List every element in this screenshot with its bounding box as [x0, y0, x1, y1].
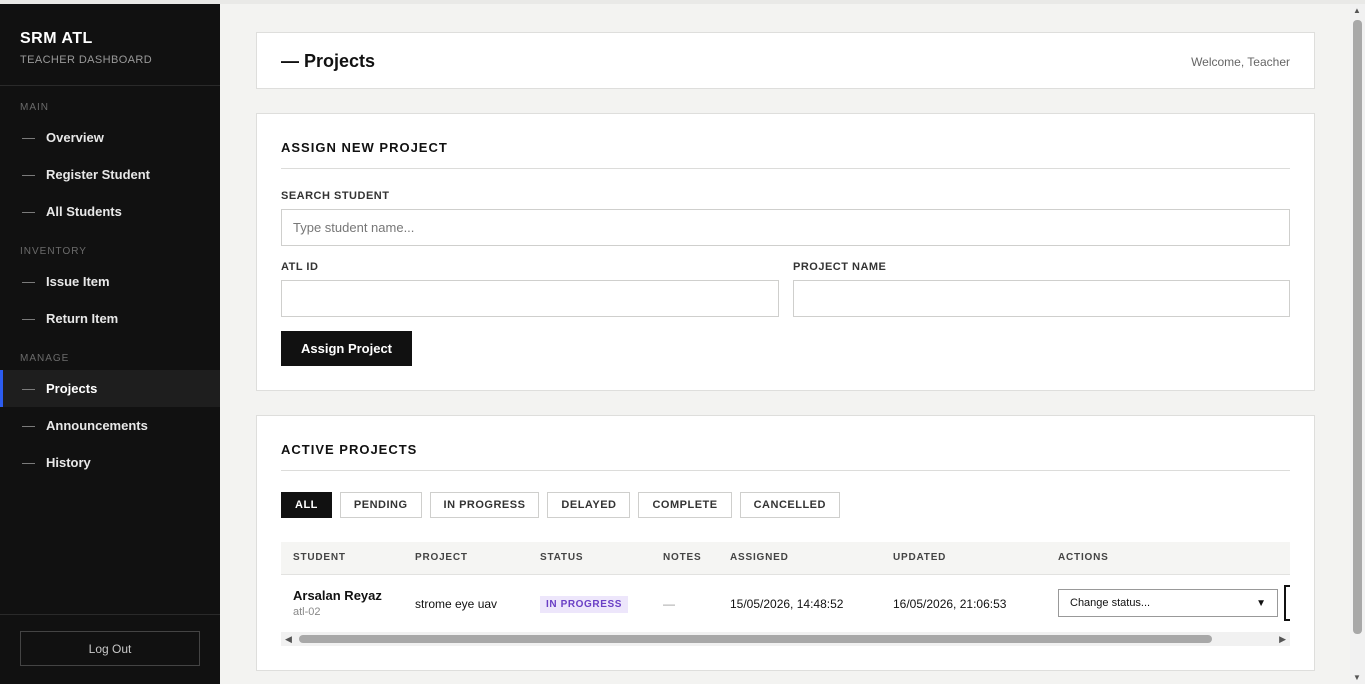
- sidebar-item-announcements[interactable]: — Announcements: [0, 407, 220, 444]
- brand: SRM ATL TEACHER DASHBOARD: [0, 4, 220, 86]
- arrow-up-icon[interactable]: ▲: [1353, 6, 1361, 15]
- status-filters: ALL PENDING IN PROGRESS DELAYED COMPLETE…: [281, 492, 840, 518]
- assign-section-title: ASSIGN NEW PROJECT: [281, 140, 448, 155]
- assigned-date: 15/05/2026, 14:48:52: [730, 597, 844, 611]
- column-header-project: PROJECT: [415, 552, 468, 563]
- nav-group-manage: — Projects — Announcements — History: [0, 370, 220, 481]
- sidebar-item-return-item[interactable]: — Return Item: [0, 300, 220, 337]
- scrollbar-thumb[interactable]: [299, 635, 1212, 643]
- sidebar-footer: Log Out: [0, 614, 220, 684]
- scrollbar-thumb[interactable]: [1353, 20, 1362, 634]
- vertical-scrollbar[interactable]: ▲ ▼: [1350, 4, 1365, 684]
- active-projects-card: ACTIVE PROJECTS ALL PENDING IN PROGRESS …: [256, 415, 1315, 671]
- dash-icon: —: [22, 204, 35, 219]
- column-header-notes: NOTES: [663, 552, 702, 563]
- change-status-select[interactable]: Change status... ▼: [1058, 589, 1278, 617]
- change-status-label: Change status...: [1070, 597, 1151, 609]
- column-header-updated: UPDATED: [893, 552, 947, 563]
- brand-title: SRM ATL: [20, 30, 93, 47]
- table-row: Arsalan Reyaz atl-02 strome eye uav IN P…: [281, 575, 1290, 630]
- filter-complete[interactable]: COMPLETE: [638, 492, 732, 518]
- filter-all[interactable]: ALL: [281, 492, 332, 518]
- sidebar-item-label: Overview: [46, 130, 104, 145]
- dash-icon: —: [22, 381, 35, 396]
- search-student-label: SEARCH STUDENT: [281, 190, 390, 202]
- filter-pending[interactable]: PENDING: [339, 492, 422, 518]
- column-header-actions: ACTIONS: [1058, 552, 1109, 563]
- column-header-assigned: ASSIGNED: [730, 552, 789, 563]
- divider: [281, 168, 1290, 169]
- sidebar-item-label: Register Student: [46, 167, 151, 182]
- sidebar-item-label: All Students: [46, 204, 122, 219]
- arrow-down-icon[interactable]: ▼: [1353, 673, 1361, 682]
- project-name-input[interactable]: [793, 280, 1290, 317]
- sidebar-item-projects[interactable]: — Projects: [0, 370, 220, 407]
- page-title: — Projects: [281, 51, 376, 71]
- sidebar-item-label: Projects: [46, 381, 98, 396]
- horizontal-scrollbar[interactable]: ◀ ▶: [281, 632, 1290, 646]
- atl-id-label: ATL ID: [281, 261, 319, 273]
- arrow-left-icon[interactable]: ◀: [285, 634, 292, 645]
- column-header-status: STATUS: [540, 552, 584, 563]
- project-name: strome eye uav: [415, 597, 498, 611]
- student-name: Arsalan Reyaz: [293, 588, 382, 603]
- nav-group-inventory: — Issue Item — Return Item: [0, 263, 220, 337]
- sidebar-item-label: History: [46, 455, 91, 470]
- dash-icon: —: [22, 167, 35, 182]
- nav-group-main: — Overview — Register Student — All Student…: [0, 119, 220, 230]
- table-header: STUDENT PROJECT STATUS NOTES ASSIGNED UP…: [281, 542, 1290, 575]
- row-action-button[interactable]: [1284, 585, 1290, 621]
- projects-table: STUDENT PROJECT STATUS NOTES ASSIGNED UP…: [281, 542, 1290, 646]
- sidebar-item-all-students[interactable]: — All Students: [0, 193, 220, 230]
- filter-cancelled[interactable]: CANCELLED: [739, 492, 840, 518]
- atl-id-input[interactable]: [281, 280, 779, 317]
- sidebar-item-overview[interactable]: — Overview: [0, 119, 220, 156]
- sidebar-item-register-student[interactable]: — Register Student: [0, 156, 220, 193]
- project-name-label: PROJECT NAME: [793, 261, 887, 273]
- nav-section-main-label-wrap: MAIN: [0, 102, 49, 113]
- arrow-right-icon[interactable]: ▶: [1279, 634, 1286, 645]
- filter-delayed[interactable]: DELAYED: [547, 492, 631, 518]
- status-badge: IN PROGRESS: [540, 596, 629, 613]
- column-header-student: STUDENT: [293, 552, 346, 563]
- notes-value: —: [663, 597, 675, 611]
- filter-in-progress[interactable]: IN PROGRESS: [429, 492, 540, 518]
- sidebar-item-history[interactable]: — History: [0, 444, 220, 481]
- welcome-text: Welcome, Teacher: [1191, 55, 1290, 69]
- divider: [281, 470, 1290, 471]
- dash-icon: —: [22, 455, 35, 470]
- sidebar-item-label: Issue Item: [46, 274, 110, 289]
- dash-icon: —: [22, 311, 35, 326]
- chevron-down-icon: ▼: [1256, 597, 1266, 609]
- nav-section-main: MAIN: [20, 102, 49, 113]
- nav-section-inventory: INVENTORY: [20, 246, 87, 257]
- assign-project-card: ASSIGN NEW PROJECT SEARCH STUDENT ATL ID…: [256, 113, 1315, 391]
- updated-date: 16/05/2026, 21:06:53: [893, 597, 1007, 611]
- nav-section-inventory-label-wrap: INVENTORY: [0, 246, 87, 257]
- active-projects-title: ACTIVE PROJECTS: [281, 442, 418, 457]
- sidebar-item-label: Return Item: [46, 311, 119, 326]
- search-student-input[interactable]: [281, 209, 1290, 246]
- assign-project-button[interactable]: Assign Project: [281, 331, 412, 366]
- sidebar-item-label: Announcements: [46, 418, 148, 433]
- page-header: — Projects Welcome, Teacher: [256, 32, 1315, 89]
- student-atl-id: atl-02: [293, 606, 321, 618]
- sidebar-item-issue-item[interactable]: — Issue Item: [0, 263, 220, 300]
- dash-icon: —: [22, 130, 35, 145]
- brand-subtitle: TEACHER DASHBOARD: [20, 54, 153, 66]
- sidebar: SRM ATL TEACHER DASHBOARD MAIN — Overview…: [0, 4, 220, 684]
- dash-icon: —: [22, 418, 35, 433]
- dash-icon: —: [22, 274, 35, 289]
- nav-section-manage-label-wrap: MANAGE: [0, 353, 69, 364]
- logout-button[interactable]: Log Out: [20, 631, 200, 666]
- nav-section-manage: MANAGE: [20, 353, 70, 364]
